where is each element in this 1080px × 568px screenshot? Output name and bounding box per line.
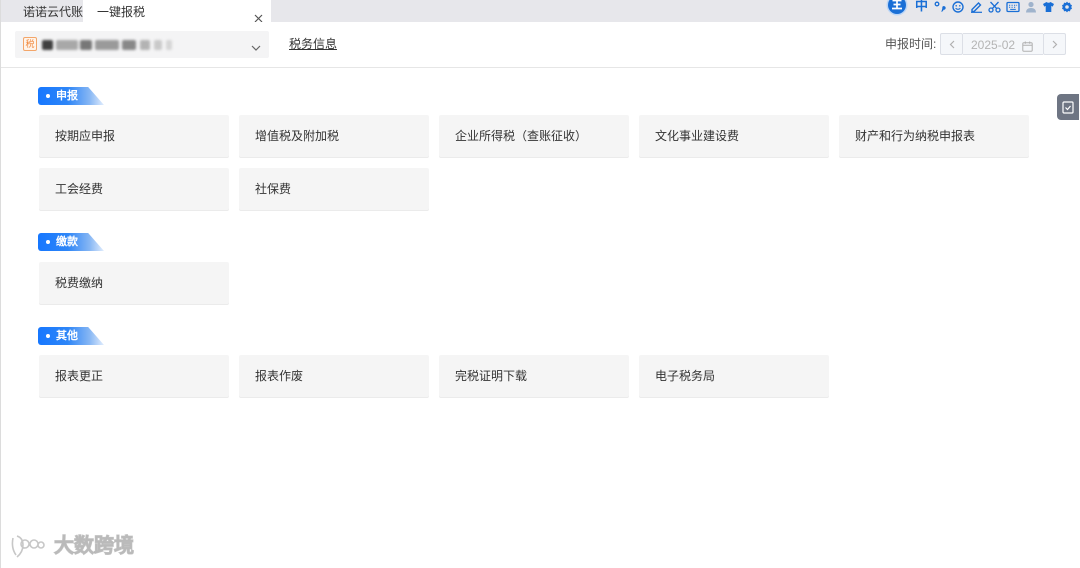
- tab-label: 一键报税: [97, 5, 146, 19]
- ime-logo-icon[interactable]: [886, 0, 908, 21]
- handwriting-icon[interactable]: [970, 0, 983, 18]
- settings-icon[interactable]: [1061, 0, 1073, 18]
- app-window: 诺诺云代账 一键报税 中 税 税务信息 申报时间: 2025-02 申报 按期应…: [0, 0, 1080, 568]
- ime-chinese-mode[interactable]: 中: [915, 0, 928, 14]
- section-title: 其他: [56, 330, 78, 342]
- section-tag-declare: 申报: [38, 87, 104, 105]
- card-social-security-fee[interactable]: 社保费: [239, 168, 429, 210]
- period-value: 2025-02: [971, 38, 1016, 52]
- scissors-icon[interactable]: [988, 0, 1001, 18]
- card-cultural-construction-fee[interactable]: 文化事业建设费: [639, 115, 829, 157]
- tab-label: 诺诺云代账: [23, 5, 84, 19]
- card-report-correction[interactable]: 报表更正: [39, 355, 229, 397]
- company-select[interactable]: 税: [15, 31, 269, 58]
- card-e-tax-bureau[interactable]: 电子税务局: [639, 355, 829, 397]
- page-header: 税 税务信息 申报时间: 2025-02: [1, 22, 1080, 68]
- section-tag-payment: 缴款: [38, 233, 104, 251]
- user-icon[interactable]: [1025, 0, 1037, 18]
- chevron-down-icon: [251, 40, 261, 51]
- calendar-icon: [1022, 39, 1033, 52]
- punctuation-icon[interactable]: [934, 0, 946, 18]
- watermark-text: 大数跨境: [54, 535, 135, 558]
- watermark-logo-icon: [9, 532, 51, 560]
- card-corporate-income-tax[interactable]: 企业所得税（查账征收）: [439, 115, 629, 157]
- skin-icon[interactable]: [1042, 0, 1055, 18]
- chevron-left-icon: [949, 40, 955, 49]
- section-title: 申报: [56, 90, 78, 102]
- card-report-void[interactable]: 报表作废: [239, 355, 429, 397]
- tax-info-link[interactable]: 税务信息: [289, 37, 337, 51]
- side-tool-button[interactable]: [1057, 94, 1079, 120]
- period-input[interactable]: 2025-02: [963, 33, 1043, 55]
- period-label: 申报时间:: [885, 37, 937, 51]
- tab-bar: 诺诺云代账 一键报税 中: [1, 0, 1080, 23]
- card-tax-payment[interactable]: 税费缴纳: [39, 262, 229, 304]
- soft-keyboard-icon[interactable]: [1006, 0, 1020, 18]
- section-title: 缴款: [56, 236, 78, 248]
- document-check-icon: [1062, 101, 1074, 114]
- card-tax-certificate-download[interactable]: 完税证明下载: [439, 355, 629, 397]
- section-tag-other: 其他: [38, 327, 104, 345]
- card-property-behavior-tax[interactable]: 财产和行为纳税申报表: [839, 115, 1029, 157]
- card-periodic-declaration[interactable]: 按期应申报: [39, 115, 229, 157]
- card-union-fee[interactable]: 工会经费: [39, 168, 229, 210]
- company-name-redacted: [42, 39, 172, 51]
- tag-dot: [46, 94, 50, 98]
- tag-dot: [46, 240, 50, 244]
- period-picker: 2025-02: [940, 33, 1066, 55]
- emoji-icon[interactable]: [952, 0, 964, 18]
- tab-nuonuo-yundaizhang[interactable]: 诺诺云代账: [11, 0, 83, 22]
- tax-badge: 税: [23, 37, 37, 51]
- close-icon[interactable]: [254, 7, 263, 23]
- tab-yijian-baoshui[interactable]: 一键报税: [83, 0, 271, 23]
- chevron-right-icon: [1052, 40, 1058, 49]
- tag-dot: [46, 334, 50, 338]
- next-period-button[interactable]: [1043, 33, 1066, 55]
- card-vat-and-surcharges[interactable]: 增值税及附加税: [239, 115, 429, 157]
- prev-period-button[interactable]: [940, 33, 963, 55]
